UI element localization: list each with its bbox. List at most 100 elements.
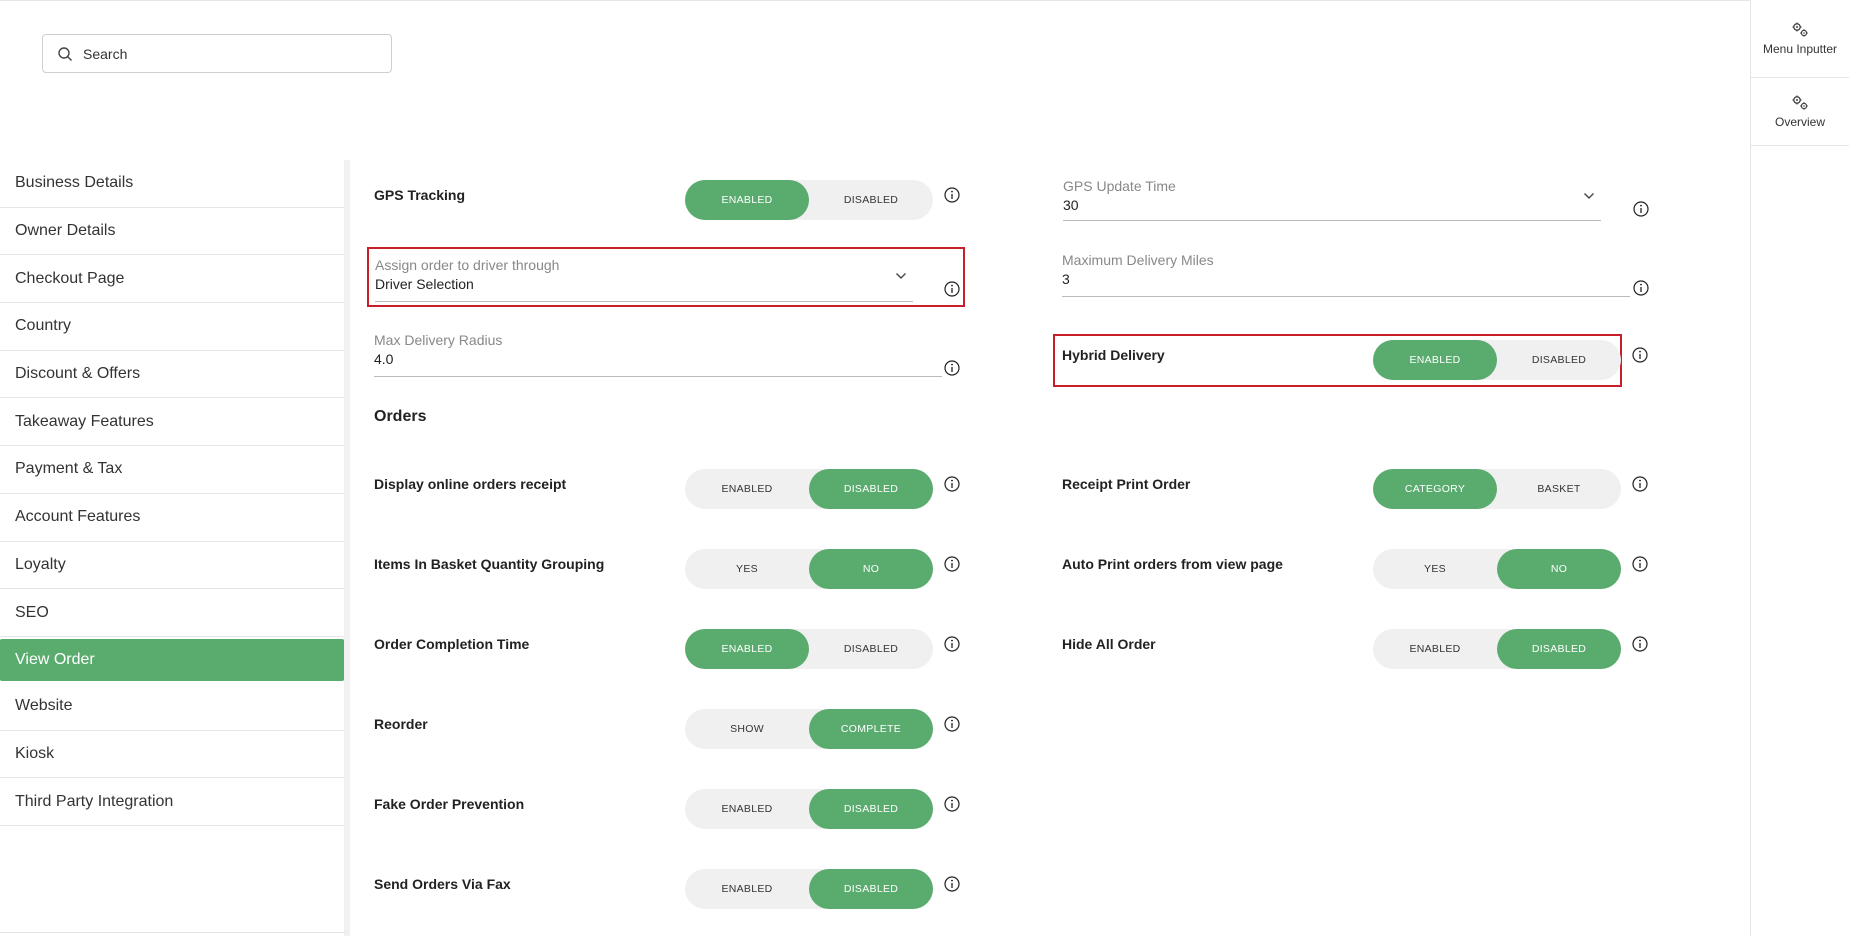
max-delivery-radius-field[interactable]: Max Delivery Radius 4.0 bbox=[374, 332, 942, 377]
gps-tracking-enabled-option[interactable]: ENABLED bbox=[685, 180, 809, 220]
max-delivery-miles-field[interactable]: Maximum Delivery Miles 3 bbox=[1062, 252, 1630, 297]
basket-grouping-no-option[interactable]: NO bbox=[809, 549, 933, 589]
sidebar-item-kiosk[interactable]: Kiosk bbox=[0, 731, 344, 779]
reorder-toggle[interactable]: SHOW COMPLETE bbox=[685, 709, 933, 749]
gps-tracking-disabled-option[interactable]: DISABLED bbox=[809, 180, 933, 220]
gears-icon bbox=[1792, 95, 1808, 110]
hide-all-order-label: Hide All Order bbox=[1062, 636, 1156, 652]
auto-print-label: Auto Print orders from view page bbox=[1062, 556, 1283, 572]
hybrid-delivery-enabled-option[interactable]: ENABLED bbox=[1373, 340, 1497, 380]
receipt-print-order-category-option[interactable]: CATEGORY bbox=[1373, 469, 1497, 509]
display-receipt-enabled-option[interactable]: ENABLED bbox=[685, 469, 809, 509]
sidebar-item-country[interactable]: Country bbox=[0, 303, 344, 351]
sidebar-item-discount-offers[interactable]: Discount & Offers bbox=[0, 351, 344, 399]
info-icon[interactable] bbox=[1633, 201, 1649, 217]
hide-all-order-enabled-option[interactable]: ENABLED bbox=[1373, 629, 1497, 669]
sidebar-divider bbox=[344, 160, 350, 936]
info-icon[interactable] bbox=[1632, 636, 1648, 652]
info-icon[interactable] bbox=[944, 281, 960, 297]
fake-order-prevention-enabled-option[interactable]: ENABLED bbox=[685, 789, 809, 829]
hybrid-delivery-disabled-option[interactable]: DISABLED bbox=[1497, 340, 1621, 380]
sidebar-item-business-details[interactable]: Business Details bbox=[0, 160, 344, 208]
rail-overview[interactable]: Overview bbox=[1751, 78, 1849, 146]
rail-label: Overview bbox=[1774, 114, 1825, 129]
rail-label: Menu Inputter bbox=[1762, 41, 1838, 56]
sidebar-item-seo[interactable]: SEO bbox=[0, 589, 344, 637]
sidebar-item-takeaway-features[interactable]: Takeaway Features bbox=[0, 398, 344, 447]
display-receipt-toggle[interactable]: ENABLED DISABLED bbox=[685, 469, 933, 509]
basket-grouping-toggle[interactable]: YES NO bbox=[685, 549, 933, 589]
completion-time-disabled-option[interactable]: DISABLED bbox=[809, 629, 933, 669]
gps-update-time-value: 30 bbox=[1063, 197, 1079, 213]
sidebar-item-account-features[interactable]: Account Features bbox=[0, 494, 344, 542]
completion-time-label: Order Completion Time bbox=[374, 636, 530, 652]
info-icon[interactable] bbox=[944, 360, 960, 376]
hide-all-order-disabled-option[interactable]: DISABLED bbox=[1497, 629, 1621, 669]
rail-menu-inputter[interactable]: Menu Inputter bbox=[1751, 0, 1849, 78]
assign-order-value: Driver Selection bbox=[375, 276, 474, 292]
receipt-print-order-basket-option[interactable]: BASKET bbox=[1497, 469, 1621, 509]
info-icon[interactable] bbox=[944, 636, 960, 652]
gps-update-time-label: GPS Update Time bbox=[1063, 178, 1176, 194]
send-via-fax-label: Send Orders Via Fax bbox=[374, 876, 511, 892]
info-icon[interactable] bbox=[944, 796, 960, 812]
basket-grouping-yes-option[interactable]: YES bbox=[685, 549, 809, 589]
reorder-complete-option[interactable]: COMPLETE bbox=[809, 709, 933, 749]
reorder-label: Reorder bbox=[374, 716, 428, 732]
info-icon[interactable] bbox=[944, 187, 960, 203]
search-box[interactable] bbox=[42, 34, 392, 73]
max-delivery-miles-value: 3 bbox=[1062, 271, 1070, 287]
gps-tracking-toggle[interactable]: ENABLED DISABLED bbox=[685, 180, 933, 220]
info-icon[interactable] bbox=[944, 556, 960, 572]
hybrid-delivery-label: Hybrid Delivery bbox=[1062, 347, 1165, 363]
search-input[interactable] bbox=[83, 45, 363, 62]
info-icon[interactable] bbox=[1632, 347, 1648, 363]
info-icon[interactable] bbox=[944, 476, 960, 492]
sidebar-item-third-party-integration[interactable]: Third Party Integration bbox=[0, 778, 344, 826]
fake-order-prevention-disabled-option[interactable]: DISABLED bbox=[809, 789, 933, 829]
info-icon[interactable] bbox=[1632, 556, 1648, 572]
max-delivery-miles-label: Maximum Delivery Miles bbox=[1062, 252, 1214, 268]
assign-order-label: Assign order to driver through bbox=[375, 257, 560, 273]
auto-print-no-option[interactable]: NO bbox=[1497, 549, 1621, 589]
info-icon[interactable] bbox=[944, 876, 960, 892]
hybrid-delivery-toggle[interactable]: ENABLED DISABLED bbox=[1373, 340, 1621, 380]
gears-icon bbox=[1792, 22, 1808, 37]
max-delivery-radius-label: Max Delivery Radius bbox=[374, 332, 503, 348]
auto-print-yes-option[interactable]: YES bbox=[1373, 549, 1497, 589]
max-delivery-radius-value: 4.0 bbox=[374, 351, 394, 367]
top-divider bbox=[0, 0, 1750, 1]
sidebar-item-checkout-page[interactable]: Checkout Page bbox=[0, 255, 344, 304]
sidebar-item-payment-tax[interactable]: Payment & Tax bbox=[0, 446, 344, 494]
hide-all-order-toggle[interactable]: ENABLED DISABLED bbox=[1373, 629, 1621, 669]
send-via-fax-disabled-option[interactable]: DISABLED bbox=[809, 869, 933, 909]
right-rail: Menu Inputter Overview bbox=[1750, 0, 1849, 936]
chevron-down-icon bbox=[1584, 193, 1594, 199]
display-receipt-disabled-option[interactable]: DISABLED bbox=[809, 469, 933, 509]
completion-time-enabled-option[interactable]: ENABLED bbox=[685, 629, 809, 669]
receipt-print-order-label: Receipt Print Order bbox=[1062, 476, 1191, 492]
reorder-show-option[interactable]: SHOW bbox=[685, 709, 809, 749]
gps-tracking-label: GPS Tracking bbox=[374, 187, 466, 203]
receipt-print-order-toggle[interactable]: CATEGORY BASKET bbox=[1373, 469, 1621, 509]
search-icon bbox=[58, 46, 72, 61]
sidebar-item-owner-details[interactable]: Owner Details bbox=[0, 208, 344, 256]
fake-order-prevention-label: Fake Order Prevention bbox=[374, 796, 525, 812]
gps-update-time-select[interactable]: GPS Update Time 30 bbox=[1063, 178, 1601, 221]
send-via-fax-toggle[interactable]: ENABLED DISABLED bbox=[685, 869, 933, 909]
assign-order-select[interactable]: Assign order to driver through Driver Se… bbox=[375, 257, 913, 302]
info-icon[interactable] bbox=[944, 716, 960, 732]
sidebar-item-loyalty[interactable]: Loyalty bbox=[0, 542, 344, 590]
info-icon[interactable] bbox=[1633, 280, 1649, 296]
completion-time-toggle[interactable]: ENABLED DISABLED bbox=[685, 629, 933, 669]
sidebar-item-view-order[interactable]: View Order bbox=[0, 638, 344, 681]
auto-print-toggle[interactable]: YES NO bbox=[1373, 549, 1621, 589]
sidebar-bottom-line bbox=[0, 932, 346, 933]
send-via-fax-enabled-option[interactable]: ENABLED bbox=[685, 869, 809, 909]
info-icon[interactable] bbox=[1632, 476, 1648, 492]
basket-grouping-label: Items In Basket Quantity Grouping bbox=[374, 556, 605, 572]
fake-order-prevention-toggle[interactable]: ENABLED DISABLED bbox=[685, 789, 933, 829]
display-receipt-label: Display online orders receipt bbox=[374, 476, 567, 492]
sidebar-item-website[interactable]: Website bbox=[0, 683, 344, 731]
settings-sidebar: Business Details Owner Details Checkout … bbox=[0, 160, 344, 826]
